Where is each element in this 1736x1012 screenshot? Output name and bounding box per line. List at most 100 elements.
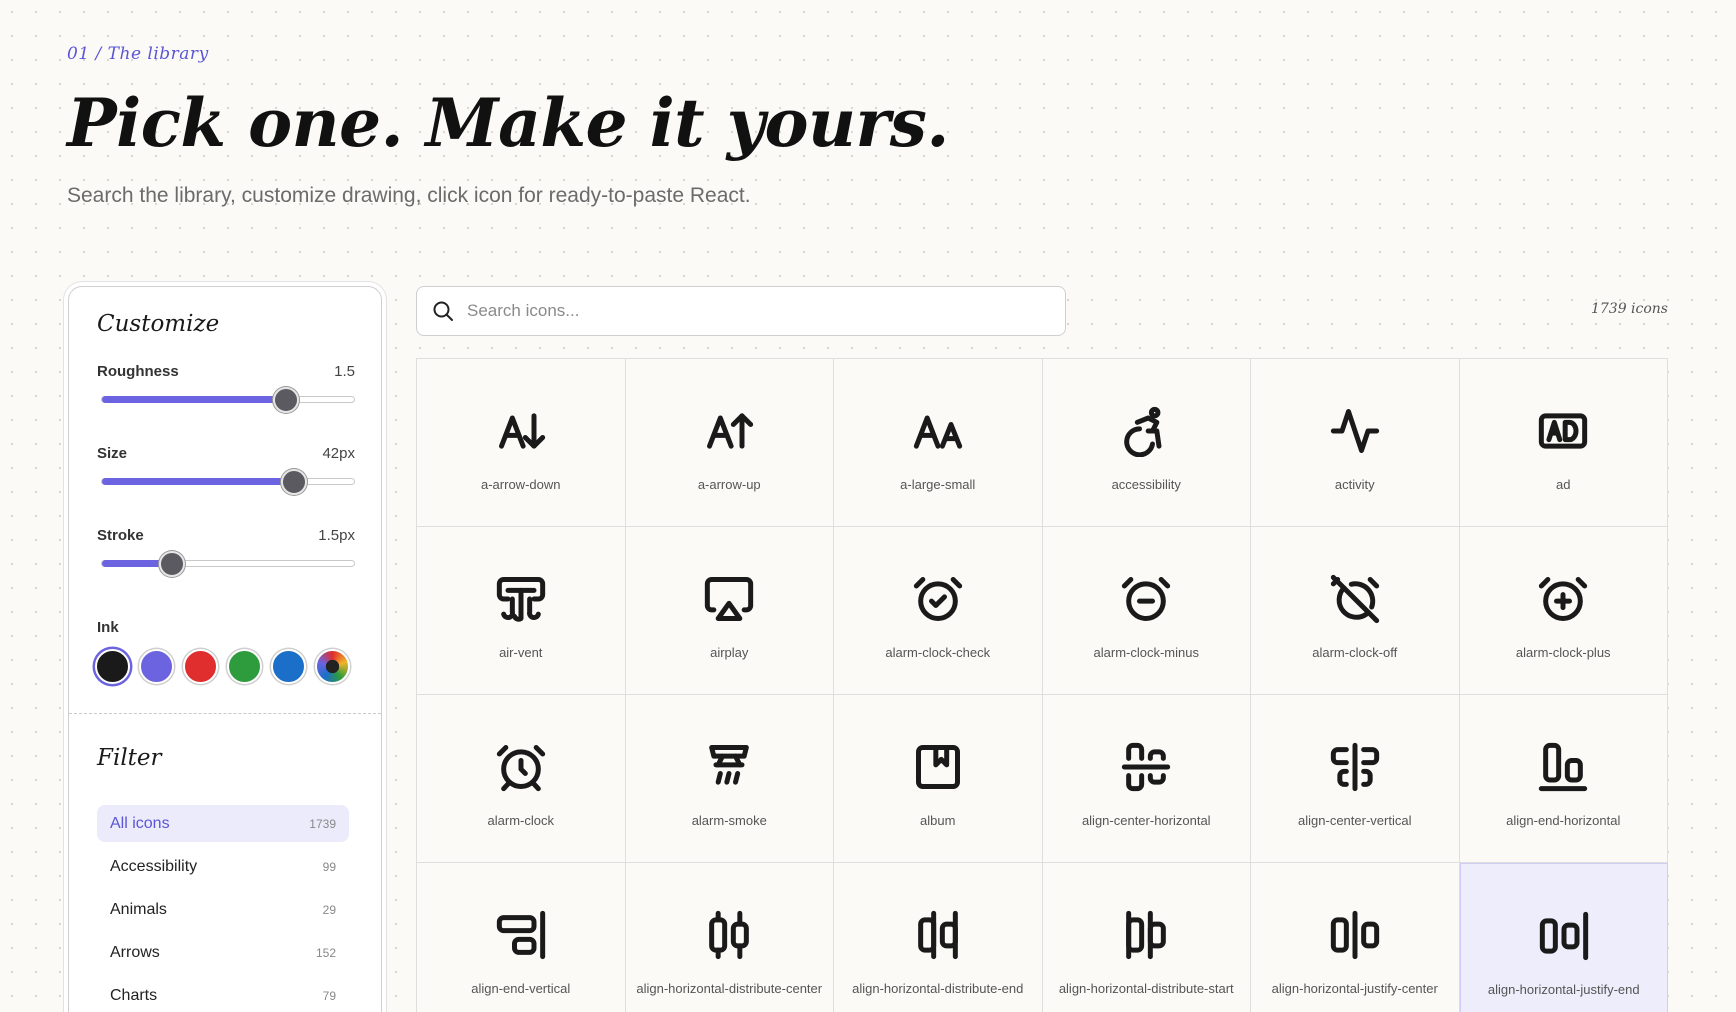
icon-card[interactable]: align-center-horizontal <box>1042 695 1251 863</box>
align-horizontal-justify-center-icon <box>1330 910 1379 960</box>
page-title: Pick one. Make it yours. <box>67 84 949 162</box>
icon-card-label: align-center-horizontal <box>1081 813 1211 828</box>
filter-item-label: All icons <box>110 814 170 832</box>
icon-card-label: album <box>920 813 956 828</box>
a-arrow-up-icon <box>707 413 754 449</box>
icon-card[interactable]: a-large-small <box>834 359 1043 527</box>
activity-icon <box>1330 409 1379 453</box>
icon-card[interactable]: ad <box>1459 359 1668 527</box>
icon-card[interactable]: alarm-clock <box>417 695 626 863</box>
accessibility-icon <box>1124 406 1162 457</box>
filter-item[interactable]: Charts 79 <box>97 977 349 1012</box>
align-end-vertical-icon <box>496 910 545 960</box>
size-slider[interactable]: Size 42px <box>97 445 355 495</box>
icon-card-label: a-large-small <box>900 477 976 492</box>
icon-card-label: align-horizontal-distribute-end <box>852 981 1024 996</box>
alarm-smoke-icon <box>709 745 750 785</box>
icon-card-label: a-arrow-up <box>697 477 761 492</box>
air-vent-icon <box>496 577 545 622</box>
slider-value: 1.5px <box>318 527 355 544</box>
filter-item-count: 152 <box>315 945 336 960</box>
customize-title: Customize <box>97 311 220 337</box>
icon-grid: a-arrow-down a-arrow-up a-large-small acces… <box>416 358 1668 1012</box>
filter-item-count: 29 <box>322 902 336 917</box>
a-arrow-down-icon <box>498 413 545 449</box>
icon-card[interactable]: a-arrow-down <box>417 359 626 527</box>
icon-card[interactable]: align-center-vertical <box>1251 695 1460 863</box>
icon-card[interactable]: album <box>834 695 1043 863</box>
icon-card-label: alarm-clock-minus <box>1093 645 1199 660</box>
icon-card-label: activity <box>1334 477 1375 492</box>
icon-card[interactable]: alarm-clock-check <box>834 527 1043 695</box>
icon-card[interactable]: a-arrow-up <box>625 359 834 527</box>
align-center-horizontal-icon <box>1122 742 1171 792</box>
slider-value: 42px <box>322 445 355 462</box>
icon-card[interactable]: align-end-horizontal <box>1459 695 1668 863</box>
icon-card-label: airplay <box>710 645 749 660</box>
slider-thumb[interactable] <box>273 387 300 413</box>
icon-card-label: align-horizontal-distribute-center <box>636 981 823 996</box>
icon-card[interactable]: align-horizontal-distribute-center <box>625 863 834 1012</box>
filter-item-label: Accessibility <box>110 857 198 875</box>
slider-value: 1.5 <box>334 363 355 380</box>
a-large-small-icon <box>913 415 962 449</box>
alarm-clock-check-icon <box>913 577 962 621</box>
ink-swatch[interactable] <box>183 649 218 684</box>
icon-card[interactable]: air-vent <box>417 527 626 695</box>
icon-card-label: align-end-horizontal <box>1506 813 1621 828</box>
roughness-slider[interactable]: Roughness 1.5 <box>97 363 355 413</box>
filter-item-count: 99 <box>322 859 336 874</box>
align-horizontal-distribute-center-icon <box>709 910 750 960</box>
filter-list: All icons 1739 Accessibility 99 Animals 29 Arr… <box>97 805 349 1012</box>
icon-card[interactable]: activity <box>1251 359 1460 527</box>
search-bar <box>416 286 1066 336</box>
filter-item-label: Charts <box>110 986 158 1004</box>
icon-card[interactable]: align-horizontal-justify-end <box>1459 863 1668 1012</box>
slider-thumb[interactable] <box>159 551 186 577</box>
icon-card[interactable]: alarm-clock-plus <box>1459 527 1668 695</box>
ink-swatch[interactable] <box>227 649 262 684</box>
ad-icon <box>1539 413 1588 449</box>
icon-card-label: alarm-clock-off <box>1312 645 1398 660</box>
filter-item[interactable]: Arrows 152 <box>97 934 349 971</box>
filter-item-count: 1739 <box>309 816 336 831</box>
filter-item[interactable]: All icons 1739 <box>97 805 349 842</box>
ink-swatch[interactable] <box>315 649 350 684</box>
filter-item[interactable]: Animals 29 <box>97 891 349 928</box>
icon-card[interactable]: alarm-clock-off <box>1251 527 1460 695</box>
icon-card[interactable]: align-end-vertical <box>417 863 626 1012</box>
search-icon <box>433 301 453 321</box>
icon-card[interactable]: align-horizontal-justify-center <box>1251 863 1460 1012</box>
icon-card[interactable]: accessibility <box>1042 359 1251 527</box>
ink-swatch[interactable] <box>271 649 306 684</box>
icon-card-label: air-vent <box>499 645 543 660</box>
filter-item-label: Animals <box>110 900 167 918</box>
alarm-clock-icon <box>496 745 545 792</box>
icon-card[interactable]: alarm-smoke <box>625 695 834 863</box>
slider-label: Stroke <box>97 527 144 544</box>
ink-swatches <box>95 649 350 684</box>
slider-label: Roughness <box>97 363 179 380</box>
icon-card-label: alarm-clock-plus <box>1515 645 1611 660</box>
ink-label: Ink <box>97 619 119 636</box>
ink-swatch[interactable] <box>139 649 174 684</box>
slider-thumb[interactable] <box>281 469 308 495</box>
align-center-vertical-icon <box>1330 742 1379 792</box>
icon-card[interactable]: align-horizontal-distribute-start <box>1042 863 1251 1012</box>
alarm-clock-plus-icon <box>1539 577 1588 621</box>
icon-card-label: align-horizontal-justify-center <box>1271 981 1438 996</box>
filter-title: Filter <box>97 745 162 771</box>
search-input[interactable] <box>467 301 1027 321</box>
icon-card[interactable]: airplay <box>625 527 834 695</box>
alarm-clock-off-icon <box>1330 574 1379 624</box>
icon-card-label: align-end-vertical <box>471 981 571 996</box>
filter-item[interactable]: Accessibility 99 <box>97 848 349 885</box>
alarm-clock-minus-icon <box>1122 577 1171 621</box>
airplay-icon <box>705 577 754 621</box>
filter-item-label: Arrows <box>110 943 160 961</box>
icon-card[interactable]: alarm-clock-minus <box>1042 527 1251 695</box>
stroke-slider[interactable]: Stroke 1.5px <box>97 527 355 577</box>
slider-label: Size <box>97 445 128 462</box>
ink-swatch[interactable] <box>95 649 130 684</box>
icon-card[interactable]: align-horizontal-distribute-end <box>834 863 1043 1012</box>
